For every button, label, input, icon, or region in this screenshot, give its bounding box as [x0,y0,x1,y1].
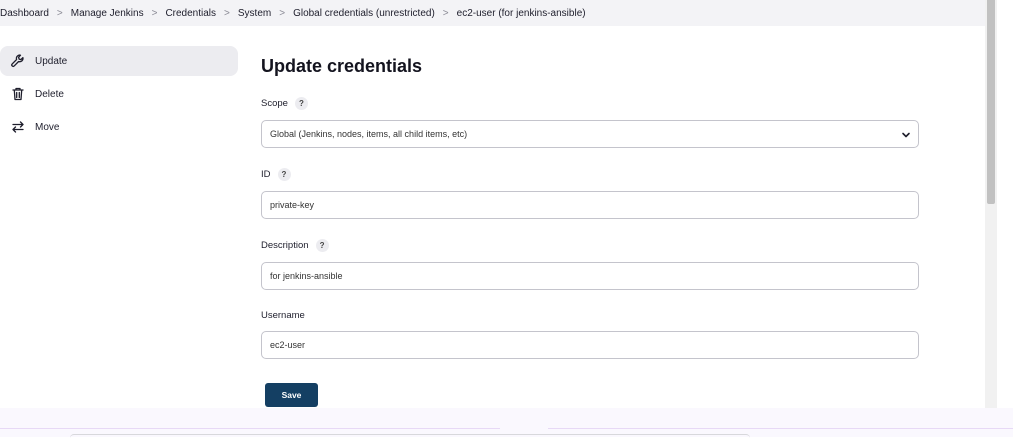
wrench-icon [10,53,26,69]
username-field-value: ec2-user [270,340,306,350]
username-label: Username [261,310,305,321]
chevron-down-icon [900,129,912,143]
sidebar-item-update[interactable]: Update [0,46,238,76]
save-bar [0,374,985,408]
scope-select[interactable]: Global (Jenkins, nodes, items, all child… [261,120,919,148]
description-label: Description [261,240,309,251]
scrollbar-thumb[interactable] [987,0,995,204]
breadcrumb: Dashboard > Manage Jenkins > Credentials… [0,0,985,26]
breadcrumb-separator: > [56,7,63,19]
scope-label: Scope [261,98,288,109]
divider [548,428,1013,429]
scope-select-value: Global (Jenkins, nodes, items, all child… [270,129,468,139]
help-icon[interactable]: ? [277,168,291,181]
bottom-strip [0,408,1013,437]
breadcrumb-credentials[interactable]: Credentials [165,8,216,19]
sidebar-item-label: Update [35,55,68,67]
description-field-block: Description ? for jenkins-ansible [261,239,919,290]
divider [0,428,500,429]
move-arrows-icon [10,119,26,135]
help-icon[interactable]: ? [294,97,308,110]
breadcrumb-system[interactable]: System [238,8,271,19]
username-label-row: Username [261,310,919,321]
breadcrumb-dashboard[interactable]: Dashboard [0,8,49,19]
sidebar-item-move[interactable]: Move [0,112,238,142]
breadcrumb-global-credentials[interactable]: Global credentials (unrestricted) [293,8,435,19]
username-field[interactable]: ec2-user [261,331,919,359]
description-label-row: Description ? [261,239,919,252]
id-label: ID [261,169,271,180]
breadcrumb-separator: > [442,7,449,19]
description-field-value: for jenkins-ansible [270,271,343,281]
id-label-row: ID ? [261,168,919,181]
save-button[interactable]: Save [265,383,318,407]
description-field[interactable]: for jenkins-ansible [261,262,919,290]
trash-icon [10,86,26,102]
breadcrumb-separator: > [151,7,158,19]
bottom-input-edge [70,434,750,438]
breadcrumb-separator: > [279,7,286,19]
scope-field-block: Scope ? Global (Jenkins, nodes, items, a… [261,97,919,148]
main-content: Update credentials Scope ? Global (Jenki… [261,46,919,379]
sidebar-item-label: Move [35,121,60,133]
breadcrumb-manage-jenkins[interactable]: Manage Jenkins [71,8,144,19]
page-title: Update credentials [261,56,423,76]
id-field[interactable]: private-key [261,191,919,219]
help-icon[interactable]: ? [315,239,329,252]
sidebar-item-label: Delete [35,88,64,100]
username-field-block: Username ec2-user [261,310,919,359]
breadcrumb-current-credential[interactable]: ec2-user (for jenkins-ansible) [457,8,586,19]
sidebar-item-delete[interactable]: Delete [0,79,238,109]
breadcrumb-separator: > [224,7,230,19]
scope-label-row: Scope ? [261,97,919,110]
id-field-value: private-key [270,200,315,210]
sidebar: Update Delete Move [0,46,238,145]
id-field-block: ID ? private-key [261,168,919,219]
